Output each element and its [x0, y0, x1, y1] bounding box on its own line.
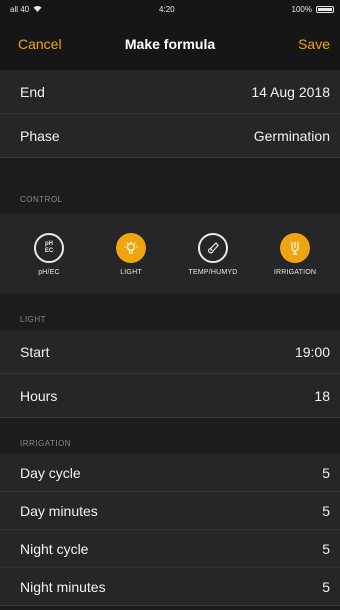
battery-icon [315, 5, 334, 13]
day-minutes-label: Day minutes [20, 502, 98, 519]
night-minutes-label: Night minutes [20, 578, 106, 595]
control-ph-ec-toggle[interactable]: pH EC pH/EC [10, 232, 88, 276]
light-hours-value: 18 [314, 387, 330, 404]
irrigation-section-header: IRRIGATION [0, 418, 340, 454]
night-cycle-row[interactable]: Night cycle 5 [0, 530, 340, 568]
ec-icon-text: EC [44, 247, 54, 254]
light-hours-row[interactable]: Hours 18 [0, 374, 340, 418]
night-cycle-label: Night cycle [20, 540, 89, 557]
control-label: pH/EC [38, 268, 60, 276]
ph-icon-text: pH [45, 240, 53, 247]
light-start-value: 19:00 [294, 343, 330, 360]
phase-label: Phase [20, 127, 60, 144]
day-cycle-value: 5 [322, 464, 330, 481]
control-toggles: pH EC pH/EC LIGHT TEMP/HUMYD IRRIGATION [0, 214, 340, 294]
phase-row[interactable]: Phase Germination [0, 114, 340, 158]
status-signal: all 40 [10, 5, 42, 14]
save-button[interactable]: Save [298, 36, 330, 52]
end-label: End [20, 83, 45, 100]
night-minutes-value: 5 [322, 578, 330, 595]
battery-percent: 100% [291, 4, 312, 14]
control-label: IRRIGATION [273, 268, 317, 276]
end-value: 14 Aug 2018 [251, 83, 330, 100]
make-formula-screen: all 40 4:20 100% Cancel Make formula Sav… [0, 0, 340, 610]
nav-bar: Cancel Make formula Save [0, 18, 340, 70]
control-irrigation-toggle[interactable]: IRRIGATION [256, 232, 334, 276]
night-cycle-value: 5 [322, 540, 330, 557]
day-cycle-row[interactable]: Day cycle 5 [0, 454, 340, 492]
light-bulb-icon [116, 232, 146, 263]
control-label: TEMP/HUMYD [188, 268, 238, 276]
thermometer-icon [198, 232, 228, 263]
cancel-button[interactable]: Cancel [18, 36, 62, 52]
night-minutes-row[interactable]: Night minutes 5 [0, 568, 340, 606]
control-label: LIGHT [120, 268, 142, 276]
wifi-icon [33, 5, 42, 14]
control-temp-humid-toggle[interactable]: TEMP/HUMYD [174, 232, 252, 276]
ph-ec-icon: pH EC [34, 232, 64, 263]
day-minutes-value: 5 [322, 502, 330, 519]
control-section-header: CONTROL [0, 190, 340, 204]
signal-text: all 40 [10, 4, 30, 14]
phase-value: Germination [253, 127, 330, 144]
light-start-row[interactable]: Start 19:00 [0, 330, 340, 374]
status-time: 4:20 [159, 4, 175, 14]
end-date-row[interactable]: End 14 Aug 2018 [0, 70, 340, 114]
status-bar: all 40 4:20 100% [0, 0, 340, 18]
status-battery: 100% [292, 5, 334, 14]
light-hours-label: Hours [20, 387, 58, 404]
control-light-toggle[interactable]: LIGHT [92, 232, 170, 276]
light-section-header: LIGHT [0, 294, 340, 330]
day-cycle-label: Day cycle [20, 464, 81, 481]
light-start-label: Start [20, 343, 50, 360]
irrigation-icon [280, 232, 310, 263]
day-minutes-row[interactable]: Day minutes 5 [0, 492, 340, 530]
